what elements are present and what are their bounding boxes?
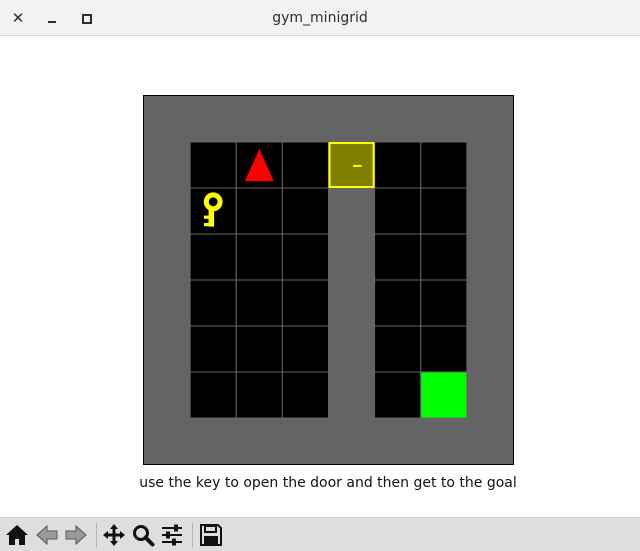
- goal-tile: [420, 371, 468, 419]
- floor-cell: [235, 187, 283, 235]
- floor-cell: [281, 187, 329, 235]
- floor-cell: [374, 279, 422, 327]
- locked-door: [328, 142, 375, 188]
- zoom-button[interactable]: [129, 521, 157, 549]
- floor-cell: [374, 187, 422, 235]
- magnifier-icon: [133, 525, 155, 547]
- floor-cell: [420, 141, 468, 189]
- floor-cell: [189, 371, 237, 419]
- floor-cell: [189, 279, 237, 327]
- floor-cell: [420, 279, 468, 327]
- back-button[interactable]: [33, 521, 61, 549]
- floor-cell: [281, 141, 329, 189]
- sliders-icon: [162, 524, 182, 546]
- floor-cell: [189, 233, 237, 281]
- home-icon: [6, 525, 28, 545]
- floor-cell: [281, 371, 329, 419]
- floor-cell: [281, 325, 329, 373]
- mission-caption: use the key to open the door and then ge…: [139, 475, 517, 491]
- floor-cell: [281, 233, 329, 281]
- floor-cell: [374, 233, 422, 281]
- floor-cell: [374, 141, 422, 189]
- forward-button[interactable]: [62, 521, 90, 549]
- save-button[interactable]: [197, 521, 225, 549]
- gridworld-svg: [144, 96, 513, 464]
- window-title: gym_minigrid: [272, 10, 368, 26]
- figure-canvas[interactable]: use the key to open the door and then ge…: [0, 37, 640, 517]
- floor-cell: [189, 141, 237, 189]
- floor-cell: [374, 371, 422, 419]
- floor-cell: [235, 279, 283, 327]
- configure-subplots-button[interactable]: [158, 521, 186, 549]
- move-icon: [103, 524, 125, 546]
- toolbar-separator: [192, 523, 193, 547]
- floor-cell: [420, 233, 468, 281]
- window-titlebar: ✕ gym_minigrid: [0, 0, 640, 36]
- home-button[interactable]: [3, 521, 31, 549]
- navigation-toolbar: [0, 517, 640, 551]
- floor-cell: [374, 325, 422, 373]
- floor-cell: [235, 233, 283, 281]
- floor-cell: [281, 279, 329, 327]
- floor-cell: [189, 325, 237, 373]
- floppy-disk-icon: [200, 524, 222, 546]
- floor-cell: [420, 325, 468, 373]
- arrow-left-icon: [36, 524, 58, 546]
- arrow-right-icon: [65, 524, 87, 546]
- floor-cell: [235, 325, 283, 373]
- gridworld-plot: [143, 95, 514, 465]
- pan-button[interactable]: [100, 521, 128, 549]
- floor-cell: [235, 371, 283, 419]
- floor-cell: [420, 187, 468, 235]
- toolbar-separator: [96, 523, 97, 547]
